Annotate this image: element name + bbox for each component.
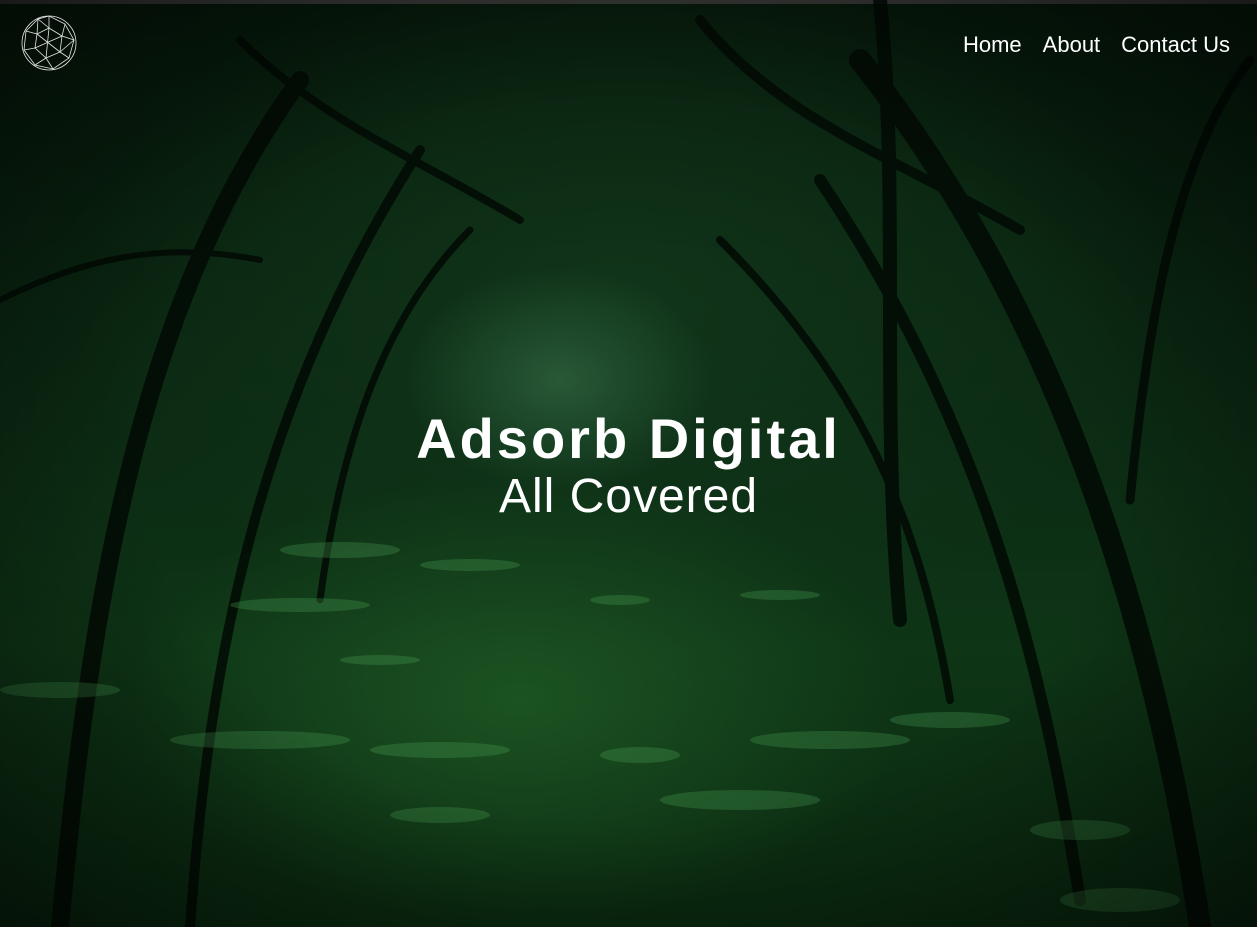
geodesic-sphere-icon[interactable]	[20, 14, 78, 72]
hero-subtitle: All Covered	[498, 470, 759, 523]
hero-title: Adsorb Digital	[416, 407, 841, 470]
hero-heading-block: Adsorb Digital All Covered	[0, 405, 1257, 525]
main-nav: Home About Contact Us	[963, 30, 1230, 60]
hero-section: Home About Contact Us Adsorb Digital All…	[0, 0, 1257, 927]
nav-about-link[interactable]: About	[1043, 30, 1101, 60]
nav-home-link[interactable]: Home	[963, 30, 1022, 60]
nav-contact-us-link[interactable]: Contact Us	[1121, 30, 1230, 60]
